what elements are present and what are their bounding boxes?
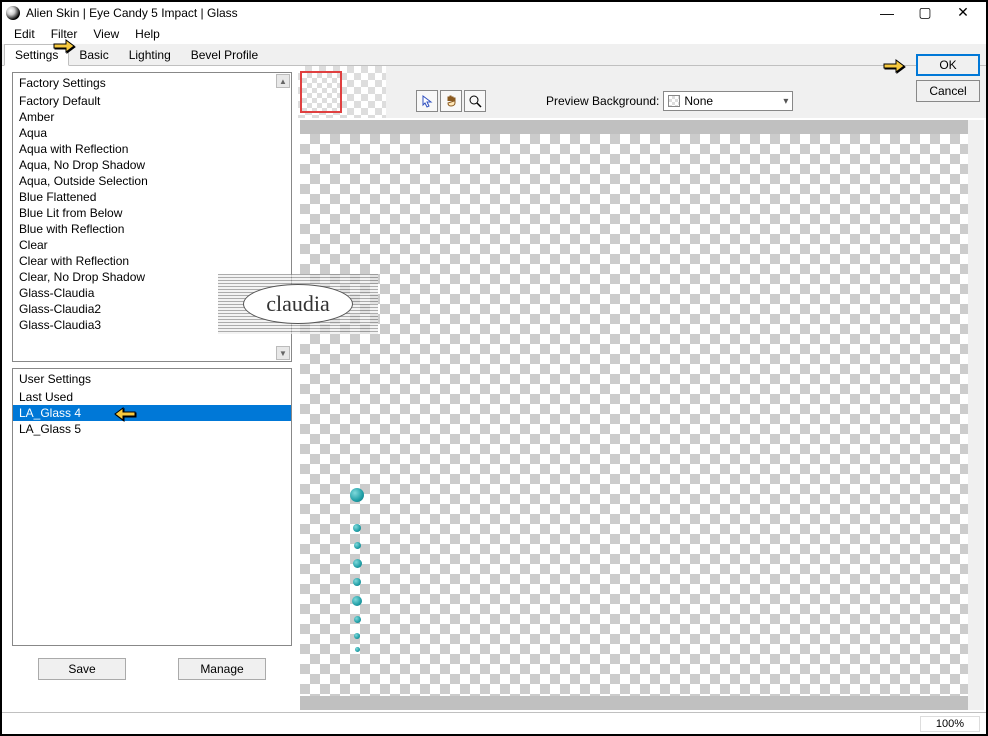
preview-toolbar: Preview Background: None OK Cancel [298, 66, 986, 118]
preview-area[interactable] [300, 120, 984, 710]
list-item[interactable]: Last Used [13, 389, 291, 405]
preview-canvas[interactable] [300, 134, 968, 696]
thumbnail-strip [298, 66, 386, 118]
list-item[interactable]: Aqua, No Drop Shadow [13, 157, 291, 173]
list-item[interactable]: Clear with Reflection [13, 253, 291, 269]
manage-button[interactable]: Manage [178, 658, 266, 680]
cancel-button[interactable]: Cancel [916, 80, 980, 102]
list-item[interactable]: LA_Glass 4 [13, 405, 291, 421]
save-button[interactable]: Save [38, 658, 126, 680]
list-item[interactable]: Aqua, Outside Selection [13, 173, 291, 189]
preview-bg-label: Preview Background: [546, 94, 659, 108]
pointer-tool-icon[interactable] [416, 90, 438, 112]
zoom-level: 100% [920, 716, 980, 732]
scroll-track-top [300, 120, 968, 134]
main-area: Factory Settings Factory Default Amber A… [2, 66, 986, 712]
list-item[interactable]: Clear, No Drop Shadow [13, 269, 291, 285]
menu-view[interactable]: View [85, 25, 127, 43]
close-button[interactable]: ✕ [944, 3, 982, 23]
save-bar: Save Manage [12, 652, 292, 690]
scroll-up-icon[interactable]: ▲ [276, 74, 290, 88]
list-item[interactable]: Glass-Claudia2 [13, 301, 291, 317]
list-item[interactable]: Blue with Reflection [13, 221, 291, 237]
selection-thumbnail[interactable] [300, 71, 342, 113]
tab-bevel-profile[interactable]: Bevel Profile [181, 45, 268, 65]
user-settings-list[interactable]: User Settings Last Used LA_Glass 4 LA_Gl… [12, 368, 292, 646]
ok-button[interactable]: OK [916, 54, 980, 76]
maximize-button[interactable]: ▢ [906, 3, 944, 23]
scroll-track-bottom [300, 696, 968, 710]
scroll-down-icon[interactable]: ▼ [276, 346, 290, 360]
window-title: Alien Skin | Eye Candy 5 Impact | Glass [26, 6, 868, 20]
factory-settings-list[interactable]: Factory Settings Factory Default Amber A… [12, 72, 292, 362]
tool-icons [416, 90, 486, 112]
minimize-button[interactable]: — [868, 3, 906, 23]
status-bar: 100% [2, 712, 986, 734]
hand-tool-icon[interactable] [440, 90, 462, 112]
tab-bar: Settings Basic Lighting Bevel Profile [2, 44, 986, 66]
menu-help[interactable]: Help [127, 25, 168, 43]
list-item[interactable]: LA_Glass 5 [13, 421, 291, 437]
ok-cancel-group: OK Cancel [916, 54, 980, 102]
factory-settings-header: Factory Settings [13, 73, 291, 93]
title-bar: Alien Skin | Eye Candy 5 Impact | Glass … [2, 2, 986, 24]
list-item[interactable]: Clear [13, 237, 291, 253]
tab-settings[interactable]: Settings [4, 44, 69, 66]
preview-bg-select[interactable]: None [663, 91, 793, 111]
list-item[interactable]: Blue Lit from Below [13, 205, 291, 221]
list-item[interactable]: Amber [13, 109, 291, 125]
list-item[interactable]: Factory Default [13, 93, 291, 109]
app-icon [6, 6, 20, 20]
menu-filter[interactable]: Filter [43, 25, 86, 43]
list-item[interactable]: Aqua [13, 125, 291, 141]
menu-edit[interactable]: Edit [6, 25, 43, 43]
preview-panel: Preview Background: None OK Cancel [298, 66, 986, 712]
preview-bg-value: None [684, 94, 713, 108]
tab-basic[interactable]: Basic [69, 45, 118, 65]
vertical-scrollbar[interactable] [968, 120, 984, 710]
menu-bar: Edit Filter View Help [2, 24, 986, 44]
tab-lighting[interactable]: Lighting [119, 45, 181, 65]
user-settings-header: User Settings [13, 369, 291, 389]
transparency-swatch-icon [668, 95, 680, 107]
settings-panel: Factory Settings Factory Default Amber A… [2, 66, 298, 712]
list-item[interactable]: Aqua with Reflection [13, 141, 291, 157]
zoom-tool-icon[interactable] [464, 90, 486, 112]
list-item[interactable]: Blue Flattened [13, 189, 291, 205]
list-item[interactable]: Glass-Claudia3 [13, 317, 291, 333]
window-controls: — ▢ ✕ [868, 3, 982, 23]
list-item[interactable]: Glass-Claudia [13, 285, 291, 301]
app-window: Alien Skin | Eye Candy 5 Impact | Glass … [0, 0, 988, 736]
